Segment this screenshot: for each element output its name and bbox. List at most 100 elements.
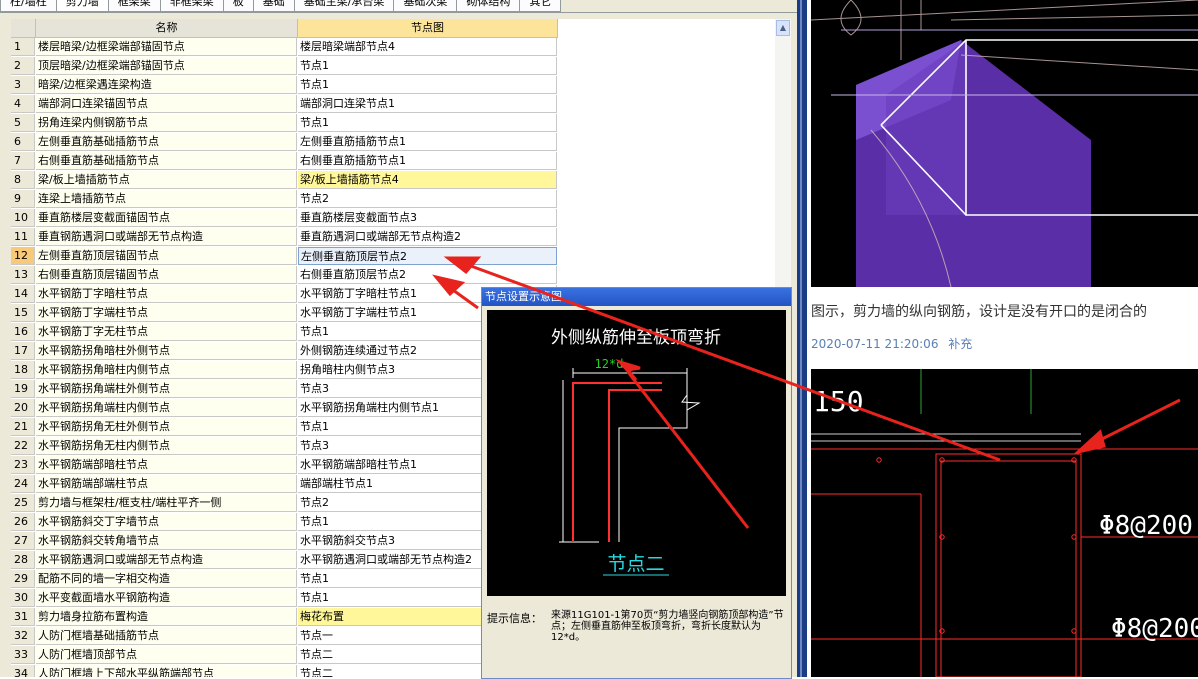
row-number: 12 xyxy=(11,247,35,265)
table-body: 1 楼层暗梁/边框梁端部锚固节点 楼层暗梁端部节点4 2 顶层暗梁/边框梁端部锚固节点节… xyxy=(11,38,558,677)
tab-foundation-secondary-beam[interactable]: 基础次梁 xyxy=(393,0,458,12)
setting-name-cell: 水平钢筋拐角无柱外侧节点 xyxy=(36,418,297,436)
table-row[interactable]: 18 水平钢筋拐角暗柱内侧节点 拐角暗柱内侧节点3 xyxy=(11,361,558,380)
node-value-cell[interactable]: 节点2 xyxy=(298,190,557,208)
table-row[interactable]: 14 水平钢筋丁字暗柱节点 水平钢筋丁字暗柱节点1 xyxy=(11,285,558,304)
table-row[interactable]: 29 配筋不同的墙一字相交构造 节点1 xyxy=(11,570,558,589)
cad-rebar-label-2: Φ8@200 xyxy=(1111,614,1198,644)
name-column-header[interactable]: 名称 xyxy=(36,19,298,38)
table-row[interactable]: 17 水平钢筋拐角暗柱外侧节点 外侧钢筋连续通过节点2 xyxy=(11,342,558,361)
row-number: 3 xyxy=(11,76,35,94)
tab-foundation[interactable]: 基础 xyxy=(252,0,295,12)
dimension-label: 12*d xyxy=(595,357,624,371)
table-row[interactable]: 21 水平钢筋拐角无柱外侧节点 节点1 xyxy=(11,418,558,437)
table-row[interactable]: 2 顶层暗梁/边框梁端部锚固节点 节点1 xyxy=(11,57,558,76)
setting-name-cell: 剪力墙与框架柱/框支柱/端柱平齐一侧 xyxy=(36,494,297,512)
setting-name-cell: 水平钢筋斜交转角墙节点 xyxy=(36,532,297,550)
table-row[interactable]: 11 垂直钢筋遇洞口或端部无节点构造 垂直筋遇洞口或端部无节点构造2 xyxy=(11,228,558,247)
table-row[interactable]: 10 垂直筋楼层变截面锚固节点 垂直筋楼层变截面节点3 xyxy=(11,209,558,228)
node-value-cell[interactable]: 梁/板上墙插筋节点4 xyxy=(298,171,557,189)
info-text: 来源11G101-1第70页“剪力墙竖向钢筋顶部构造”节点；左侧垂直筋伸至板顶弯… xyxy=(551,610,784,643)
setting-name-cell: 水平钢筋拐角暗柱内侧节点 xyxy=(36,361,297,379)
setting-name-cell: 楼层暗梁/边框梁端部锚固节点 xyxy=(36,38,297,56)
cad-dimension-label: 150 xyxy=(813,385,864,418)
table-row[interactable]: 19 水平钢筋拐角端柱外侧节点 节点3 xyxy=(11,380,558,399)
setting-name-cell: 水平钢筋端部暗柱节点 xyxy=(36,456,297,474)
node-value-cell[interactable]: 节点1 xyxy=(298,114,557,132)
row-number-header xyxy=(11,19,36,38)
node-diagram-canvas: 外侧纵筋伸至板顶弯折 12*d 节点二 xyxy=(487,310,786,596)
table-row[interactable]: 7 右侧垂直筋基础插筋节点 右侧垂直筋插筋节点1 xyxy=(11,152,558,171)
row-number: 31 xyxy=(11,608,35,626)
diagram-title: 外侧纵筋伸至板顶弯折 xyxy=(551,328,721,348)
table-row[interactable]: 25 剪力墙与框架柱/框支柱/端柱平齐一侧 节点2 xyxy=(11,494,558,513)
setting-name-cell: 右侧垂直筋基础插筋节点 xyxy=(36,152,297,170)
table-row[interactable]: 26 水平钢筋斜交丁字墙节点 节点1 xyxy=(11,513,558,532)
row-number: 33 xyxy=(11,646,35,664)
table-row[interactable]: 23 水平钢筋端部暗柱节点 水平钢筋端部暗柱节点1 xyxy=(11,456,558,475)
tab-shear-wall[interactable]: 剪力墙 xyxy=(55,0,109,12)
table-row[interactable]: 13 右侧垂直筋顶层锚固节点 右侧垂直筋顶层节点2 xyxy=(11,266,558,285)
row-number: 1 xyxy=(11,38,35,56)
table-row[interactable]: 6 左侧垂直筋基础插筋节点 左侧垂直筋插筋节点1 xyxy=(11,133,558,152)
table-row[interactable]: 27 水平钢筋斜交转角墙节点 水平钢筋斜交节点3 xyxy=(11,532,558,551)
tab-non-frame-beam[interactable]: 非框架梁 xyxy=(159,0,224,12)
table-row[interactable]: 4 端部洞口连梁锚固节点 端部洞口连梁节点1 xyxy=(11,95,558,114)
row-number: 19 xyxy=(11,380,35,398)
node-value-cell[interactable]: 楼层暗梁端部节点4 xyxy=(298,38,557,56)
node-value-cell[interactable]: 垂直筋楼层变截面节点3 xyxy=(298,209,557,227)
tab-masonry[interactable]: 砌体结构 xyxy=(456,0,521,12)
setting-name-cell: 水平钢筋拐角暗柱外侧节点 xyxy=(36,342,297,360)
table-row[interactable]: 24 水平钢筋端部端柱节点 端部端柱节点1 xyxy=(11,475,558,494)
tab-column[interactable]: 柱/墙柱 xyxy=(0,0,57,12)
table-row[interactable]: 30 水平变截面墙水平钢筋构造 节点1 xyxy=(11,589,558,608)
tab-foundation-main-beam[interactable]: 基础主梁/承台梁 xyxy=(293,0,395,12)
table-row[interactable]: 9 连梁上墙插筋节点 节点2 xyxy=(11,190,558,209)
row-number: 22 xyxy=(11,437,35,455)
setting-name-cell: 连梁上墙插筋节点 xyxy=(36,190,297,208)
window-divider xyxy=(797,0,807,677)
table-row[interactable]: 15 水平钢筋丁字端柱节点 水平钢筋丁字端柱节点1 xyxy=(11,304,558,323)
setting-name-cell: 垂直筋楼层变截面锚固节点 xyxy=(36,209,297,227)
setting-name-cell: 梁/板上墙插筋节点 xyxy=(36,171,297,189)
row-number: 16 xyxy=(11,323,35,341)
setting-name-cell: 左侧垂直筋顶层锚固节点 xyxy=(36,247,297,265)
node-value-cell[interactable]: 端部洞口连梁节点1 xyxy=(298,95,557,113)
table-row[interactable]: 16 水平钢筋丁字无柱节点 节点1 xyxy=(11,323,558,342)
node-value-cell[interactable]: 节点1 xyxy=(298,76,557,94)
row-number: 25 xyxy=(11,494,35,512)
table-row[interactable]: 34 人防门框墙上下部水平纵筋端部节点 节点二 xyxy=(11,665,558,677)
node-value-cell[interactable]: 右侧垂直筋顶层节点2 xyxy=(298,266,557,284)
row-number: 30 xyxy=(11,589,35,607)
node-value-cell[interactable]: 垂直筋遇洞口或端部无节点构造2 xyxy=(298,228,557,246)
table-row[interactable]: 8 梁/板上墙插筋节点 梁/板上墙插筋节点4 xyxy=(11,171,558,190)
node-label: 节点二 xyxy=(607,553,664,575)
setting-name-cell: 水平钢筋丁字暗柱节点 xyxy=(36,285,297,303)
cad-rebar-label-1: Φ8@200 xyxy=(1099,511,1193,541)
table-row[interactable]: 20 水平钢筋拐角端柱内侧节点 水平钢筋拐角端柱内侧节点1 xyxy=(11,399,558,418)
node-value-cell[interactable]: 左侧垂直筋顶层节点2 xyxy=(298,247,557,265)
tab-other[interactable]: 其它 xyxy=(519,0,562,12)
node-value-cell[interactable]: 节点1 xyxy=(298,57,557,75)
node-value-cell[interactable]: 右侧垂直筋插筋节点1 xyxy=(298,152,557,170)
table-row[interactable]: 3 暗梁/边框梁遇连梁构造 节点1 xyxy=(11,76,558,95)
table-row[interactable]: 33 人防门框墙顶部节点 节点二 xyxy=(11,646,558,665)
dialog-title[interactable]: 节点设置示意图 xyxy=(482,288,791,306)
table-row[interactable]: 32 人防门框墙基础插筋节点 节点一 xyxy=(11,627,558,646)
table-row[interactable]: 12 左侧垂直筋顶层锚固节点 左侧垂直筋顶层节点2 xyxy=(11,247,558,266)
node-value-cell[interactable]: 左侧垂直筋插筋节点1 xyxy=(298,133,557,151)
supplement-link[interactable]: 补充 xyxy=(948,337,972,351)
table-row[interactable]: 5 拐角连梁内侧钢筋节点 节点1 xyxy=(11,114,558,133)
table-row[interactable]: 1 楼层暗梁/边框梁端部锚固节点 楼层暗梁端部节点4 xyxy=(11,38,558,57)
setting-name-cell: 水平钢筋遇洞口或端部无节点构造 xyxy=(36,551,297,569)
tab-slab[interactable]: 板 xyxy=(222,0,254,12)
row-number: 24 xyxy=(11,475,35,493)
setting-name-cell: 水平钢筋拐角端柱内侧节点 xyxy=(36,399,297,417)
table-row[interactable]: 31 剪力墙身拉筋布置构造 梅花布置 xyxy=(11,608,558,627)
tab-frame-beam[interactable]: 框架梁 xyxy=(107,0,161,12)
node-column-header[interactable]: 节点图 xyxy=(298,19,558,38)
row-number: 21 xyxy=(11,418,35,436)
table-row[interactable]: 22 水平钢筋拐角无柱内侧节点 节点3 xyxy=(11,437,558,456)
scroll-up-icon[interactable]: ▲ xyxy=(776,20,790,36)
table-row[interactable]: 28 水平钢筋遇洞口或端部无节点构造 水平钢筋遇洞口或端部无节点构造2 xyxy=(11,551,558,570)
